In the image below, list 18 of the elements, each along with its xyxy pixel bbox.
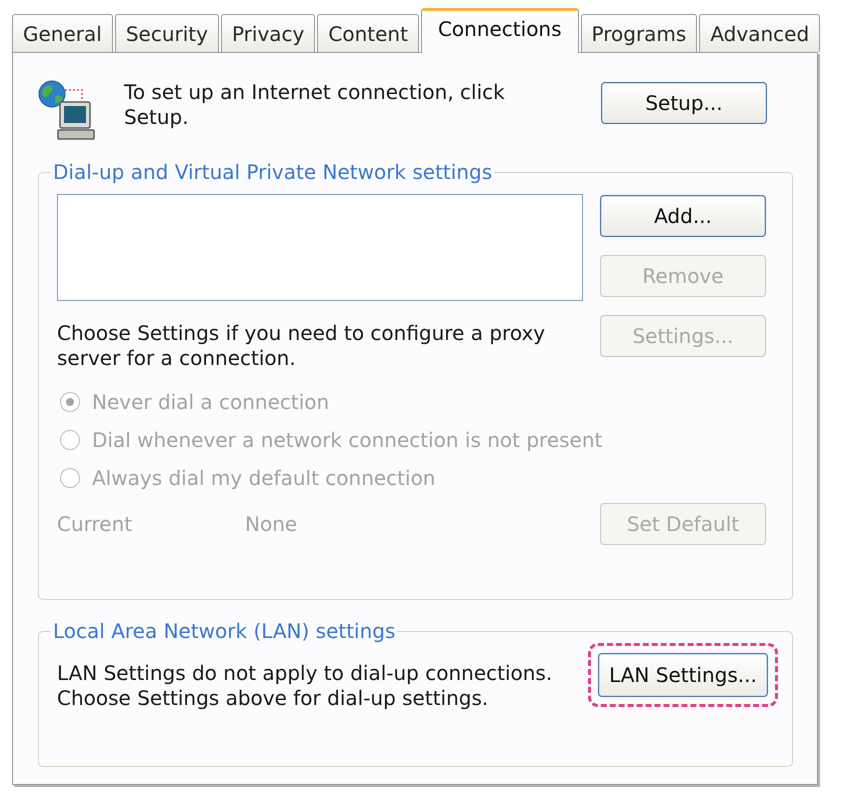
tab[interactable]: General [12,14,113,52]
connections-list[interactable] [57,194,583,301]
dialup-button[interactable]: Add... [600,195,766,237]
tab[interactable]: Advanced [699,14,820,52]
tab[interactable]: Security [114,14,219,52]
tab[interactable]: Programs [580,14,698,52]
lan-settings-button[interactable]: LAN Settings... [598,653,768,697]
tab[interactable]: Content [317,14,419,52]
group-title: Dial-up and Virtual Private Network settings [52,160,494,184]
setup-button[interactable]: Setup... [601,82,767,124]
setup-instruction: To set up an Internet connection, click Setup. [124,80,506,130]
proxy-instruction: Choose Settings if you need to configure a proxy server for a connection. [57,321,546,371]
current-label: Current [57,512,134,536]
group-title: Local Area Network (LAN) settings [52,619,396,643]
tab[interactable]: Connections [420,8,579,53]
current-value: None [245,512,298,536]
lan-instruction: LAN Settings do not apply to dial-up connections. Choose Settings above for dial-up settings. [57,661,554,711]
tab[interactable]: Privacy [220,14,316,52]
